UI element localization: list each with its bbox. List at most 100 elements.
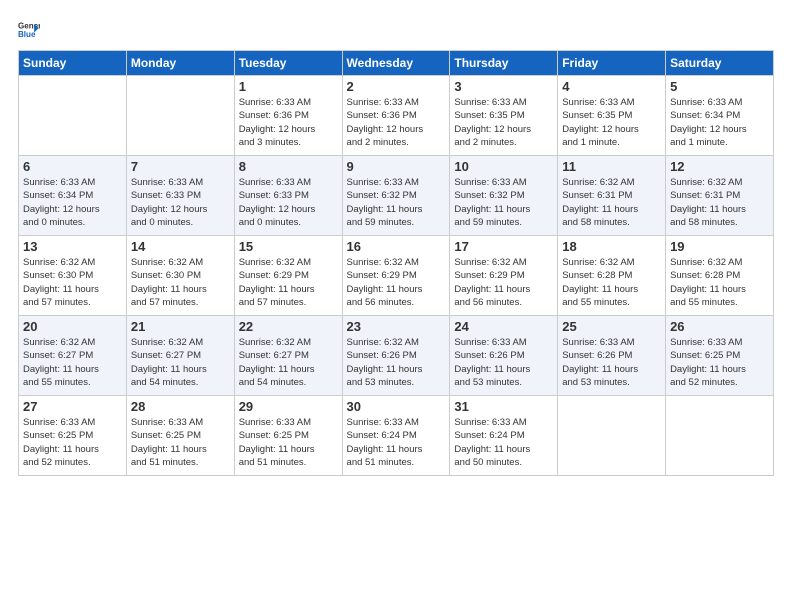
svg-text:Blue: Blue bbox=[18, 30, 36, 39]
day-number: 3 bbox=[454, 79, 553, 94]
day-info: Sunrise: 6:32 AM Sunset: 6:30 PM Dayligh… bbox=[131, 256, 230, 309]
weekday-header: Wednesday bbox=[342, 51, 450, 76]
day-number: 7 bbox=[131, 159, 230, 174]
logo: General Blue bbox=[18, 18, 42, 40]
day-number: 14 bbox=[131, 239, 230, 254]
weekday-header: Monday bbox=[126, 51, 234, 76]
day-info: Sunrise: 6:33 AM Sunset: 6:24 PM Dayligh… bbox=[347, 416, 446, 469]
weekday-header: Tuesday bbox=[234, 51, 342, 76]
calendar-cell: 23 Sunrise: 6:32 AM Sunset: 6:26 PM Dayli… bbox=[342, 316, 450, 396]
day-info: Sunrise: 6:33 AM Sunset: 6:26 PM Dayligh… bbox=[562, 336, 661, 389]
calendar-cell: 13 Sunrise: 6:32 AM Sunset: 6:30 PM Dayli… bbox=[19, 236, 127, 316]
day-number: 27 bbox=[23, 399, 122, 414]
weekday-header: Sunday bbox=[19, 51, 127, 76]
calendar-cell: 1Sunrise: 6:33 AM Sunset: 6:36 PM Daylig… bbox=[234, 76, 342, 156]
calendar-cell: 16Sunrise: 6:32 AM Sunset: 6:29 PM Dayli… bbox=[342, 236, 450, 316]
day-info: Sunrise: 6:33 AM Sunset: 6:26 PM Dayligh… bbox=[454, 336, 553, 389]
calendar-cell: 17 Sunrise: 6:32 AM Sunset: 6:29 PM Dayli… bbox=[450, 236, 558, 316]
calendar-cell: 24Sunrise: 6:33 AM Sunset: 6:26 PM Dayli… bbox=[450, 316, 558, 396]
calendar-cell: 31 Sunrise: 6:33 AM Sunset: 6:24 PM Dayli… bbox=[450, 396, 558, 476]
calendar-cell: 12Sunrise: 6:32 AM Sunset: 6:31 PM Dayli… bbox=[666, 156, 774, 236]
calendar-cell: 28 Sunrise: 6:33 AM Sunset: 6:25 PM Dayli… bbox=[126, 396, 234, 476]
calendar-cell: 9 Sunrise: 6:33 AM Sunset: 6:32 PM Daylig… bbox=[342, 156, 450, 236]
day-number: 9 bbox=[347, 159, 446, 174]
day-number: 30 bbox=[347, 399, 446, 414]
calendar-cell: 6 Sunrise: 6:33 AM Sunset: 6:34 PM Daylig… bbox=[19, 156, 127, 236]
calendar-cell bbox=[19, 76, 127, 156]
calendar-cell: 19 Sunrise: 6:32 AM Sunset: 6:28 PM Dayli… bbox=[666, 236, 774, 316]
calendar-cell: 14 Sunrise: 6:32 AM Sunset: 6:30 PM Dayli… bbox=[126, 236, 234, 316]
day-number: 10 bbox=[454, 159, 553, 174]
day-info: Sunrise: 6:32 AM Sunset: 6:28 PM Dayligh… bbox=[562, 256, 661, 309]
calendar-cell: 15 Sunrise: 6:32 AM Sunset: 6:29 PM Dayli… bbox=[234, 236, 342, 316]
day-info: Sunrise: 6:33 AM Sunset: 6:25 PM Dayligh… bbox=[239, 416, 338, 469]
day-number: 31 bbox=[454, 399, 553, 414]
calendar-week-row: 13 Sunrise: 6:32 AM Sunset: 6:30 PM Dayli… bbox=[19, 236, 774, 316]
day-number: 26 bbox=[670, 319, 769, 334]
page-header: General Blue bbox=[18, 18, 774, 40]
day-number: 17 bbox=[454, 239, 553, 254]
calendar-cell bbox=[666, 396, 774, 476]
day-number: 29 bbox=[239, 399, 338, 414]
calendar-week-row: 1Sunrise: 6:33 AM Sunset: 6:36 PM Daylig… bbox=[19, 76, 774, 156]
day-info: Sunrise: 6:33 AM Sunset: 6:36 PM Dayligh… bbox=[239, 96, 338, 149]
day-info: Sunrise: 6:32 AM Sunset: 6:27 PM Dayligh… bbox=[23, 336, 122, 389]
calendar-cell: 4 Sunrise: 6:33 AM Sunset: 6:35 PM Daylig… bbox=[558, 76, 666, 156]
day-number: 15 bbox=[239, 239, 338, 254]
calendar-cell: 26 Sunrise: 6:33 AM Sunset: 6:25 PM Dayli… bbox=[666, 316, 774, 396]
day-number: 22 bbox=[239, 319, 338, 334]
calendar-week-row: 20 Sunrise: 6:32 AM Sunset: 6:27 PM Dayli… bbox=[19, 316, 774, 396]
day-number: 23 bbox=[347, 319, 446, 334]
calendar-table: SundayMondayTuesdayWednesdayThursdayFrid… bbox=[18, 50, 774, 476]
day-number: 19 bbox=[670, 239, 769, 254]
day-info: Sunrise: 6:33 AM Sunset: 6:35 PM Dayligh… bbox=[562, 96, 661, 149]
day-number: 6 bbox=[23, 159, 122, 174]
day-info: Sunrise: 6:33 AM Sunset: 6:36 PM Dayligh… bbox=[347, 96, 446, 149]
calendar-cell bbox=[558, 396, 666, 476]
calendar-week-row: 27 Sunrise: 6:33 AM Sunset: 6:25 PM Dayli… bbox=[19, 396, 774, 476]
day-info: Sunrise: 6:32 AM Sunset: 6:31 PM Dayligh… bbox=[562, 176, 661, 229]
calendar-week-row: 6 Sunrise: 6:33 AM Sunset: 6:34 PM Daylig… bbox=[19, 156, 774, 236]
day-info: Sunrise: 6:33 AM Sunset: 6:25 PM Dayligh… bbox=[670, 336, 769, 389]
day-info: Sunrise: 6:33 AM Sunset: 6:35 PM Dayligh… bbox=[454, 96, 553, 149]
day-info: Sunrise: 6:33 AM Sunset: 6:25 PM Dayligh… bbox=[131, 416, 230, 469]
day-info: Sunrise: 6:33 AM Sunset: 6:33 PM Dayligh… bbox=[131, 176, 230, 229]
calendar-cell: 7 Sunrise: 6:33 AM Sunset: 6:33 PM Daylig… bbox=[126, 156, 234, 236]
day-number: 2 bbox=[347, 79, 446, 94]
calendar-cell: 8Sunrise: 6:33 AM Sunset: 6:33 PM Daylig… bbox=[234, 156, 342, 236]
day-number: 4 bbox=[562, 79, 661, 94]
day-number: 21 bbox=[131, 319, 230, 334]
day-number: 28 bbox=[131, 399, 230, 414]
day-info: Sunrise: 6:33 AM Sunset: 6:32 PM Dayligh… bbox=[347, 176, 446, 229]
day-number: 20 bbox=[23, 319, 122, 334]
calendar-cell: 22 Sunrise: 6:32 AM Sunset: 6:27 PM Dayli… bbox=[234, 316, 342, 396]
day-number: 18 bbox=[562, 239, 661, 254]
weekday-header: Friday bbox=[558, 51, 666, 76]
calendar-cell: 3 Sunrise: 6:33 AM Sunset: 6:35 PM Daylig… bbox=[450, 76, 558, 156]
day-info: Sunrise: 6:32 AM Sunset: 6:27 PM Dayligh… bbox=[239, 336, 338, 389]
calendar-cell: 27Sunrise: 6:33 AM Sunset: 6:25 PM Dayli… bbox=[19, 396, 127, 476]
day-info: Sunrise: 6:32 AM Sunset: 6:30 PM Dayligh… bbox=[23, 256, 122, 309]
calendar-cell: 18 Sunrise: 6:32 AM Sunset: 6:28 PM Dayli… bbox=[558, 236, 666, 316]
day-number: 25 bbox=[562, 319, 661, 334]
calendar-cell: 2 Sunrise: 6:33 AM Sunset: 6:36 PM Daylig… bbox=[342, 76, 450, 156]
day-number: 8 bbox=[239, 159, 338, 174]
day-info: Sunrise: 6:32 AM Sunset: 6:26 PM Dayligh… bbox=[347, 336, 446, 389]
day-number: 16 bbox=[347, 239, 446, 254]
day-info: Sunrise: 6:32 AM Sunset: 6:31 PM Dayligh… bbox=[670, 176, 769, 229]
day-info: Sunrise: 6:32 AM Sunset: 6:28 PM Dayligh… bbox=[670, 256, 769, 309]
calendar-cell: 20 Sunrise: 6:32 AM Sunset: 6:27 PM Dayli… bbox=[19, 316, 127, 396]
calendar-cell: 5 Sunrise: 6:33 AM Sunset: 6:34 PM Daylig… bbox=[666, 76, 774, 156]
day-info: Sunrise: 6:33 AM Sunset: 6:32 PM Dayligh… bbox=[454, 176, 553, 229]
day-info: Sunrise: 6:32 AM Sunset: 6:29 PM Dayligh… bbox=[239, 256, 338, 309]
day-info: Sunrise: 6:33 AM Sunset: 6:34 PM Dayligh… bbox=[23, 176, 122, 229]
day-info: Sunrise: 6:33 AM Sunset: 6:24 PM Dayligh… bbox=[454, 416, 553, 469]
day-number: 5 bbox=[670, 79, 769, 94]
calendar-cell bbox=[126, 76, 234, 156]
calendar-cell: 30 Sunrise: 6:33 AM Sunset: 6:24 PM Dayli… bbox=[342, 396, 450, 476]
day-info: Sunrise: 6:32 AM Sunset: 6:29 PM Dayligh… bbox=[454, 256, 553, 309]
day-number: 13 bbox=[23, 239, 122, 254]
calendar-cell: 10 Sunrise: 6:33 AM Sunset: 6:32 PM Dayli… bbox=[450, 156, 558, 236]
day-number: 11 bbox=[562, 159, 661, 174]
day-info: Sunrise: 6:33 AM Sunset: 6:34 PM Dayligh… bbox=[670, 96, 769, 149]
